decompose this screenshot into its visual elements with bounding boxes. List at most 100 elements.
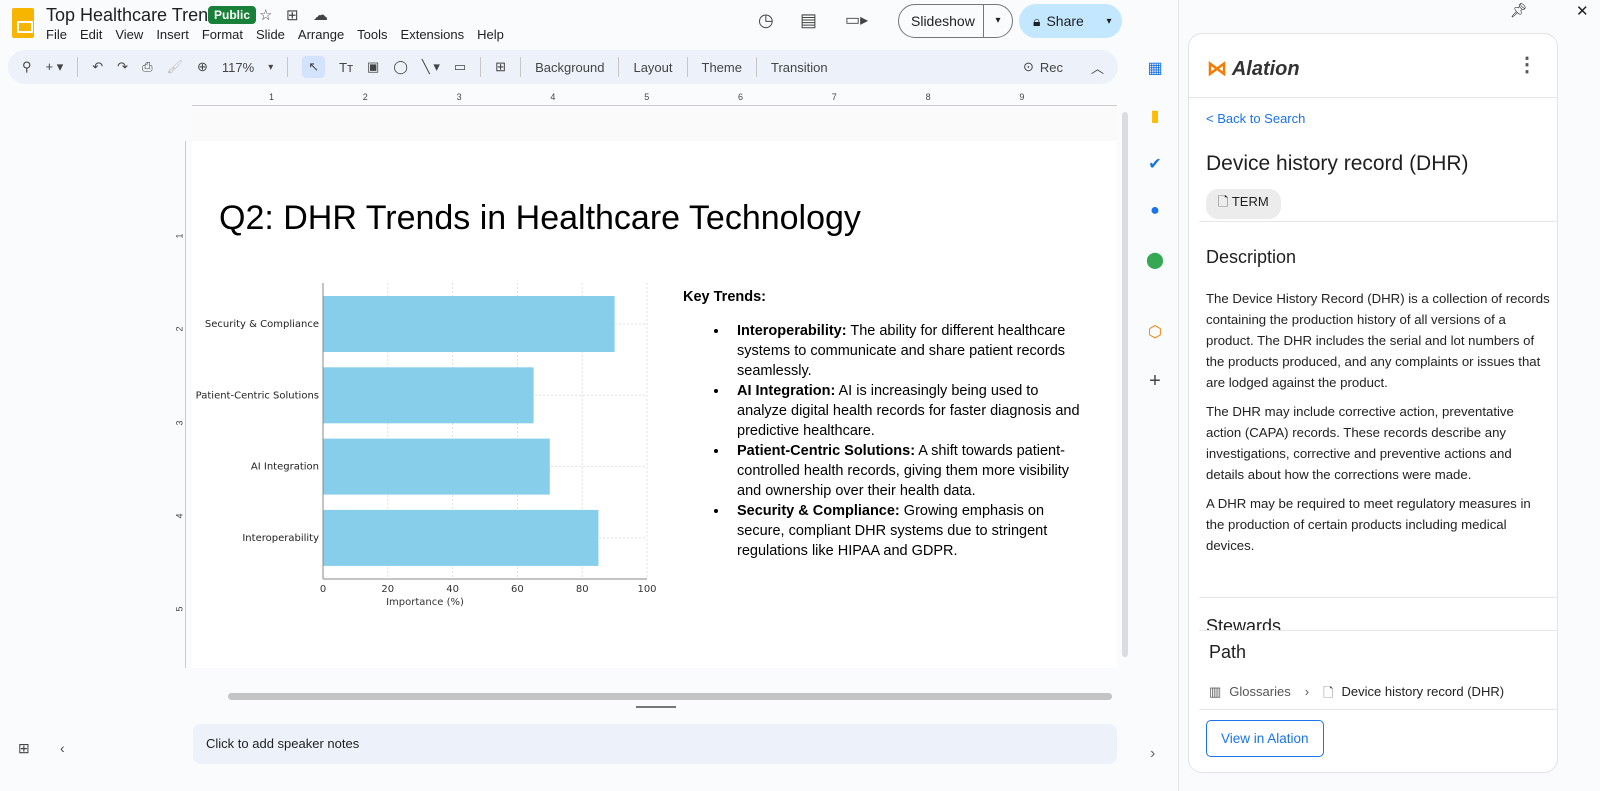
trend-title: Patient-Centric Solutions: bbox=[737, 443, 916, 459]
share-button[interactable]: 🔒︎ Share ▾ bbox=[1019, 4, 1122, 38]
ruler-number: 3 bbox=[456, 92, 462, 102]
close-icon[interactable]: ✕ bbox=[1576, 2, 1589, 20]
menu-help[interactable]: Help bbox=[477, 27, 504, 42]
menu-view[interactable]: View bbox=[115, 27, 143, 42]
move-folder-icon[interactable]: ⊞ bbox=[286, 6, 299, 24]
slide[interactable]: Q2: DHR Trends in Healthcare Technology … bbox=[192, 141, 1117, 668]
document-icon: 🗋 bbox=[1323, 685, 1334, 700]
horizontal-scrollbar[interactable] bbox=[228, 693, 1112, 700]
share-dropdown[interactable]: ▾ bbox=[1106, 16, 1111, 27]
bar bbox=[323, 438, 550, 495]
alation-brand: Alation bbox=[1231, 58, 1300, 80]
toolbar: ⚲ + ▾ ↶ ↷ ⎙ 🖌︎ ⊕ 117% ▾ ↖ Tт ▣ ◯ ╲ ▾ ▭ ⊞… bbox=[8, 50, 1118, 84]
tasks-icon[interactable]: ✔ bbox=[1140, 154, 1170, 202]
meet-icon[interactable]: ▭▸ bbox=[845, 10, 868, 30]
add-addon-icon[interactable]: + bbox=[1140, 370, 1170, 418]
menu-edit[interactable]: Edit bbox=[80, 27, 102, 42]
y-tick-label: Patient-Centric Solutions bbox=[196, 390, 319, 401]
background-button[interactable]: Background bbox=[535, 60, 604, 75]
share-label[interactable]: Share bbox=[1040, 13, 1106, 29]
alation-panel: ⋈ Alation ⋮ < Back to Search Device hist… bbox=[1188, 33, 1558, 773]
menu-tools[interactable]: Tools bbox=[357, 27, 387, 42]
description-heading: Description bbox=[1206, 247, 1297, 267]
zoom-dropdown-icon[interactable]: ▾ bbox=[268, 62, 273, 73]
x-axis-label: Importance (%) bbox=[386, 597, 464, 608]
bar-chart[interactable]: 0 20 40 60 80 100 Security & Compliance Patient… bbox=[192, 271, 672, 611]
comments-icon[interactable]: ▤ bbox=[800, 10, 817, 31]
public-badge[interactable]: Public bbox=[208, 6, 257, 24]
menu-slide[interactable]: Slide bbox=[256, 27, 285, 42]
trend-item: Interoperability: The ability for differ… bbox=[729, 321, 1083, 381]
maps-icon[interactable]: ⬤ bbox=[1140, 250, 1170, 298]
rec-button[interactable]: Rec bbox=[1040, 60, 1063, 75]
search-icon[interactable]: ⚲ bbox=[22, 59, 32, 75]
theme-button[interactable]: Theme bbox=[702, 60, 742, 75]
slideshow-button[interactable]: Slideshow ▾ bbox=[898, 4, 1013, 38]
doc-title[interactable]: Top Healthcare Trends bbox=[46, 5, 227, 26]
keep-icon[interactable]: ▮ bbox=[1140, 106, 1170, 154]
select-icon[interactable]: ↖ bbox=[302, 56, 326, 78]
contacts-icon[interactable]: ● bbox=[1140, 202, 1170, 250]
menu-extensions[interactable]: Extensions bbox=[401, 27, 465, 42]
path-heading: Path bbox=[1209, 642, 1247, 662]
menu-insert[interactable]: Insert bbox=[156, 27, 189, 42]
horizontal-ruler[interactable]: 1 2 3 4 5 6 7 8 9 bbox=[192, 92, 1117, 106]
slide-title[interactable]: Q2: DHR Trends in Healthcare Technology bbox=[219, 199, 861, 238]
shape-icon[interactable]: ◯ bbox=[393, 59, 408, 75]
menu-format[interactable]: Format bbox=[202, 27, 243, 42]
history-icon[interactable]: ◷ bbox=[758, 10, 774, 31]
expand-panel-icon[interactable]: › bbox=[1150, 745, 1155, 763]
image-icon[interactable]: ▣ bbox=[367, 59, 379, 75]
line-icon[interactable]: ╲ ▾ bbox=[422, 59, 440, 75]
vertical-scrollbar[interactable] bbox=[1122, 112, 1128, 657]
key-trends-textbox[interactable]: Key Trends: Interoperability: The abilit… bbox=[683, 287, 1083, 561]
collapse-toolbar-icon[interactable]: ︿ bbox=[1091, 58, 1104, 77]
menu-arrange[interactable]: Arrange bbox=[298, 27, 344, 42]
trend-item: Security & Compliance: Growing emphasis … bbox=[729, 501, 1083, 561]
layout-button[interactable]: Layout bbox=[633, 60, 672, 75]
chevron-right-icon: › bbox=[1304, 684, 1310, 699]
paint-format-icon[interactable]: 🖌︎ bbox=[166, 59, 183, 75]
alation-addon-icon[interactable]: ⬡ bbox=[1140, 322, 1170, 370]
back-to-search-link[interactable]: < Back to Search bbox=[1206, 111, 1305, 126]
lock-icon: 🔒︎ bbox=[1033, 12, 1041, 29]
notes-resize-handle[interactable] bbox=[636, 706, 676, 708]
zoom-select[interactable]: 117% bbox=[222, 60, 254, 75]
x-tick-label: 60 bbox=[511, 584, 524, 595]
trend-title: Interoperability: bbox=[737, 323, 847, 339]
vertical-ruler[interactable]: 1 2 3 4 5 bbox=[172, 141, 186, 668]
calendar-icon[interactable]: ▦ bbox=[1140, 58, 1170, 106]
comment-add-icon[interactable]: ⊞ bbox=[495, 59, 506, 75]
cloud-icon[interactable]: ☁ bbox=[313, 6, 328, 24]
path-breadcrumb: ▥ Glossaries › 🗋 Device history record (… bbox=[1209, 684, 1504, 706]
zoom-icon[interactable]: ⊕ bbox=[197, 59, 208, 75]
redo-icon[interactable]: ↷ bbox=[117, 59, 128, 75]
speaker-notes[interactable]: Click to add speaker notes bbox=[193, 724, 1117, 764]
y-tick-label: Interoperability bbox=[242, 533, 319, 544]
ruler-number: 1 bbox=[269, 92, 275, 102]
breadcrumb-term[interactable]: Device history record (DHR) bbox=[1342, 684, 1505, 706]
trend-title: AI Integration: bbox=[737, 383, 836, 399]
slides-logo[interactable] bbox=[12, 8, 34, 38]
grid-view-icon[interactable]: ⊞ bbox=[18, 740, 30, 757]
new-slide-icon[interactable]: + ▾ bbox=[46, 59, 64, 75]
undo-icon[interactable]: ↶ bbox=[92, 59, 103, 75]
description-paragraph: The DHR may include corrective action, p… bbox=[1206, 404, 1514, 482]
star-icon[interactable]: ☆ bbox=[259, 6, 272, 24]
rec-icon[interactable]: ⊙ bbox=[1023, 59, 1034, 75]
bar bbox=[323, 367, 534, 424]
description-paragraph: The Device History Record (DHR) is a col… bbox=[1206, 291, 1550, 390]
menu-file[interactable]: File bbox=[46, 27, 67, 42]
collapse-filmstrip-icon[interactable]: ‹ bbox=[60, 740, 65, 756]
more-options-icon[interactable]: ⋮ bbox=[1517, 52, 1537, 77]
slideshow-label[interactable]: Slideshow bbox=[899, 13, 983, 29]
print-icon[interactable]: ⎙ bbox=[142, 59, 152, 75]
view-in-alation-button[interactable]: View in Alation bbox=[1206, 720, 1324, 757]
slideshow-dropdown[interactable]: ▾ bbox=[983, 5, 1012, 37]
transition-button[interactable]: Transition bbox=[771, 60, 828, 75]
video-icon[interactable]: ▭ bbox=[454, 59, 466, 75]
menu-bar: File Edit View Insert Format Slide Arran… bbox=[46, 27, 504, 42]
pin-icon[interactable]: 📌︎ bbox=[1510, 2, 1528, 19]
breadcrumb-glossaries[interactable]: Glossaries bbox=[1229, 684, 1290, 706]
textbox-icon[interactable]: Tт bbox=[339, 60, 353, 75]
